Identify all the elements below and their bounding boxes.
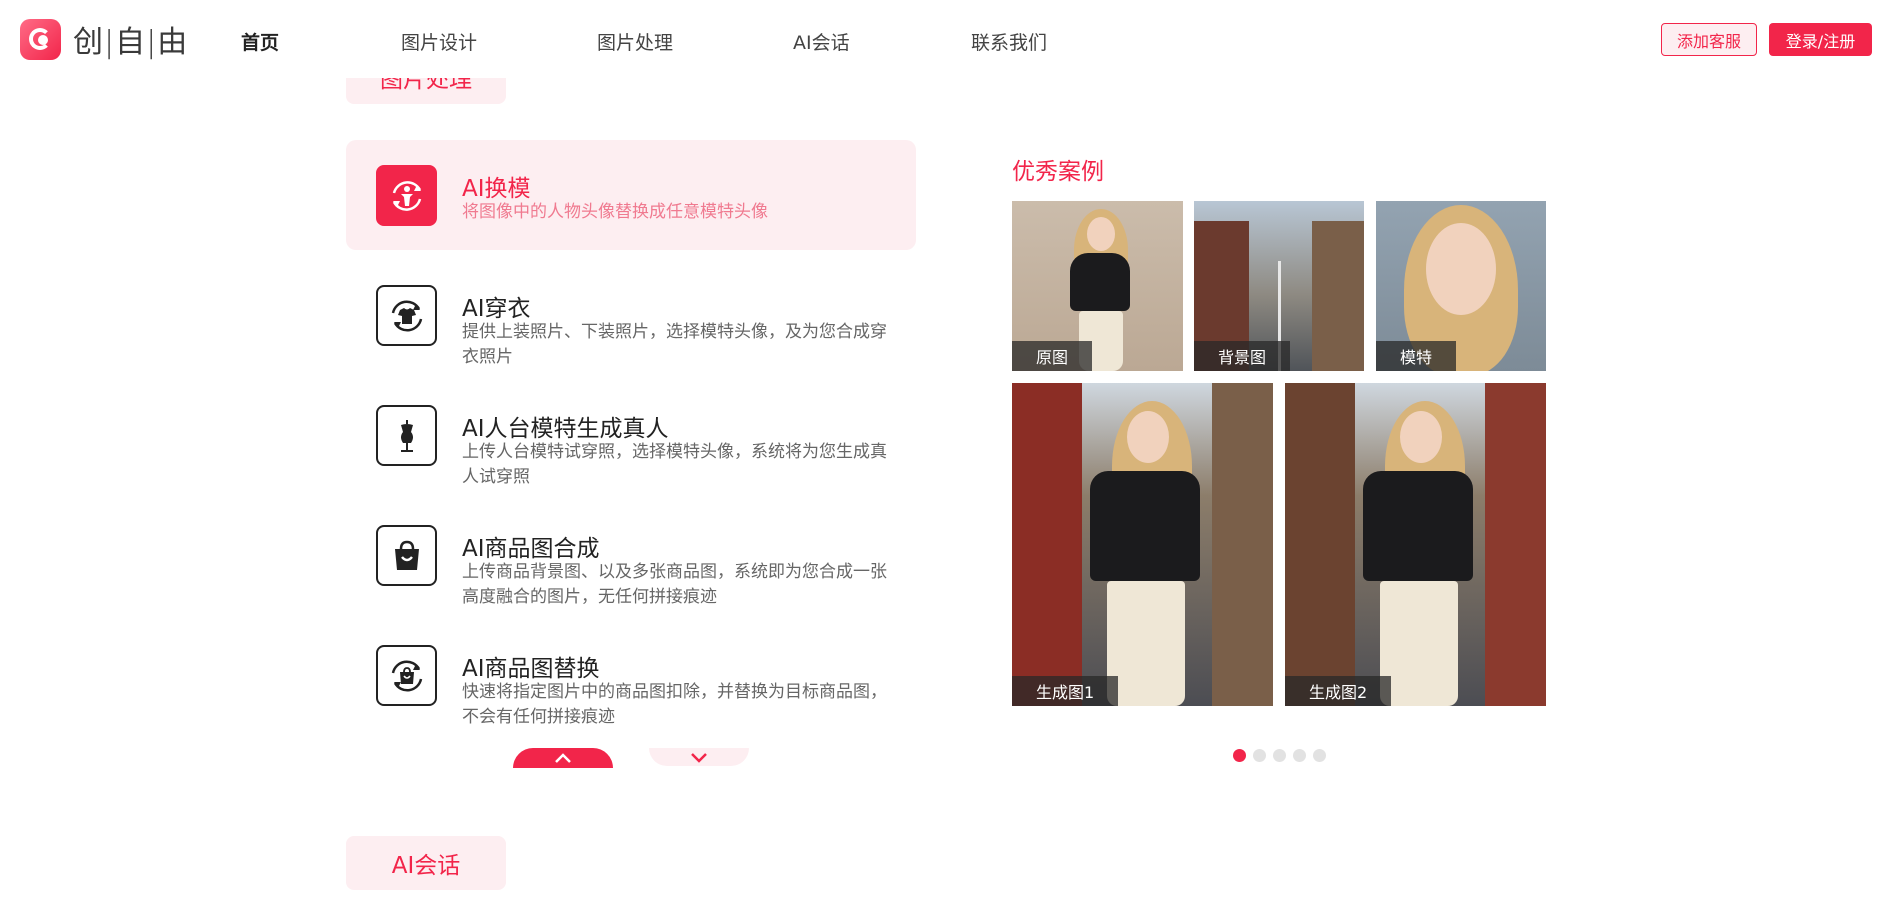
showcase-model-image: 模特 (1376, 201, 1546, 371)
photo-label: 原图 (1012, 341, 1093, 371)
feature-ai-product-replace[interactable]: AI商品图替换 快速将指定图片中的商品图扣除，并替换为目标商品图，不会有任何拼接… (346, 620, 916, 730)
photo-label: 生成图2 (1285, 676, 1392, 706)
nav-ai-chat[interactable]: AI会话 (793, 28, 850, 55)
logo[interactable]: 创|自|由 (20, 17, 188, 61)
feature-ai-mannequin[interactable]: AI人台模特生成真人 上传人台模特试穿照，选择模特头像，系统将为您生成真人试穿照 (346, 380, 916, 490)
feature-desc: 快速将指定图片中的商品图扣除，并替换为目标商品图，不会有任何拼接痕迹 (462, 682, 887, 727)
nav-home[interactable]: 首页 (241, 28, 279, 55)
feature-title: AI穿衣 (462, 296, 531, 322)
nav-image-design[interactable]: 图片设计 (401, 28, 477, 55)
top-header: 创|自|由 首页 图片设计 图片处理 AI会话 联系我们 添加客服 登录/注册 (0, 0, 1888, 78)
nav-image-processing[interactable]: 图片处理 (597, 28, 673, 55)
feature-desc: 提供上装照片、下装照片，选择模特头像，及为您合成穿衣照片 (462, 322, 887, 367)
chevron-up-icon (555, 753, 571, 763)
photo-label: 模特 (1376, 341, 1457, 371)
feature-ai-model-swap[interactable]: AI换模 将图像中的人物头像替换成任意模特头像 (346, 140, 916, 250)
feature-title: AI人台模特生成真人 (462, 416, 669, 442)
feature-title: AI商品图合成 (462, 536, 600, 562)
carousel-dot[interactable] (1233, 749, 1246, 762)
shopping-bag-icon (376, 525, 437, 586)
add-service-button[interactable]: 添加客服 (1661, 23, 1757, 56)
carousel-pagination (1233, 749, 1326, 762)
photo-label: 背景图 (1194, 341, 1291, 371)
showcase-original-image: 原图 (1012, 201, 1183, 371)
section-title-ai-chat: AI会话 (346, 836, 506, 890)
feature-desc: 上传商品背景图、以及多张商品图，系统即为您合成一张高度融合的图片，无任何拼接痕迹 (462, 562, 887, 607)
login-register-button[interactable]: 登录/注册 (1769, 23, 1872, 56)
feature-title: AI商品图替换 (462, 656, 600, 682)
bag-swap-icon (376, 645, 437, 706)
feature-desc: 将图像中的人物头像替换成任意模特头像 (462, 202, 768, 222)
nav-contact[interactable]: 联系我们 (971, 28, 1047, 55)
carousel-dot[interactable] (1253, 749, 1266, 762)
showcase-generated-image-2: 生成图2 (1285, 383, 1546, 706)
chevron-down-icon (691, 753, 707, 763)
feature-ai-product-composite[interactable]: AI商品图合成 上传商品背景图、以及多张商品图，系统即为您合成一张高度融合的图片… (346, 500, 916, 610)
carousel-dot[interactable] (1313, 749, 1326, 762)
feature-title: AI换模 (462, 176, 531, 202)
feature-desc: 上传人台模特试穿照，选择模特头像，系统将为您生成真人试穿照 (462, 442, 887, 487)
logo-icon (20, 18, 61, 60)
carousel-dot[interactable] (1293, 749, 1306, 762)
showcase-title: 优秀案例 (1012, 159, 1104, 185)
scroll-up-button[interactable] (513, 748, 613, 768)
feature-ai-dressing[interactable]: AI穿衣 提供上装照片、下装照片，选择模特头像，及为您合成穿衣照片 (346, 260, 916, 370)
carousel-dot[interactable] (1273, 749, 1286, 762)
tshirt-swap-icon (376, 285, 437, 346)
photo-label: 生成图1 (1012, 676, 1119, 706)
showcase-background-image: 背景图 (1194, 201, 1364, 371)
logo-text: 创|自|由 (73, 25, 189, 60)
scroll-down-button[interactable] (649, 748, 749, 766)
face-swap-icon (376, 165, 437, 226)
mannequin-icon (376, 405, 437, 466)
showcase-generated-image-1: 生成图1 (1012, 383, 1273, 706)
